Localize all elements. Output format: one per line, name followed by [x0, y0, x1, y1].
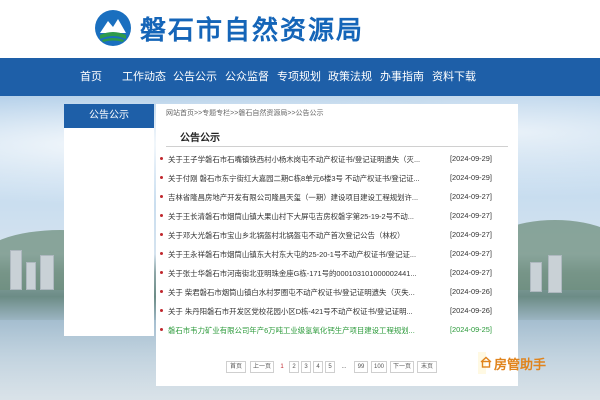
- bullet-icon: [160, 176, 163, 179]
- page-last[interactable]: 末页: [417, 361, 437, 373]
- page-ellipsis: ...: [337, 361, 351, 373]
- bullet-icon: [160, 195, 163, 198]
- list-item-title[interactable]: 关于邓大光磐石市宝山乡北锅盔村北锅盔屯不动产首次登记公告（林权）: [168, 230, 436, 241]
- bullet-icon: [160, 252, 163, 255]
- nav-item-special-planning[interactable]: 专项规划: [277, 58, 321, 96]
- nav-item-home[interactable]: 首页: [80, 58, 102, 96]
- list-item[interactable]: 关于付刚 磐石市东宁街红大嘉园二期C栋8单元6楼3号 不动产权证书/登记证...…: [156, 169, 518, 188]
- nav-item-service-guide[interactable]: 办事指南: [380, 58, 424, 96]
- sidebar-heading[interactable]: 公告公示: [64, 104, 154, 128]
- list-item-title[interactable]: 关于 柴君磐石市烟筒山镇白水村罗圈屯不动产权证书/登记证明遗失（灭失...: [168, 287, 436, 298]
- list-item[interactable]: 关于张士华磐石市河南街北亚明珠金座G栋-171号的000103101000002…: [156, 264, 518, 283]
- bullet-icon: [160, 214, 163, 217]
- page-title: 公告公示: [180, 133, 220, 144]
- background-building: [548, 255, 562, 293]
- page-number-current[interactable]: 1: [277, 361, 287, 373]
- list-item-date: [2024-09-25]: [450, 325, 492, 334]
- list-item[interactable]: 吉林省隆昌房地产开发有限公司隆昌天玺（一期）建设项目建设工程规划许... [20…: [156, 188, 518, 207]
- watermark-badge: 房管助手: [478, 352, 546, 374]
- list-item-title[interactable]: 关于王子学磐石市石嘴镇铁西村小杨木岗屯不动产权证书/登记证明遗失（灭...: [168, 154, 436, 165]
- list-item-date: [2024-09-27]: [450, 268, 492, 277]
- page-number[interactable]: 99: [354, 361, 368, 373]
- background-building: [530, 262, 542, 292]
- list-item-title[interactable]: 磐石市韦力矿业有限公司年产6万吨工业级氢氧化钙生产项目建设工程规划...: [168, 325, 436, 336]
- background-building: [26, 262, 36, 290]
- page-prev[interactable]: 上一页: [250, 361, 274, 373]
- list-item-date: [2024-09-27]: [450, 230, 492, 239]
- site-header: 磐石市自然资源局: [0, 0, 600, 58]
- page-first[interactable]: 首页: [226, 361, 246, 373]
- page-next[interactable]: 下一页: [390, 361, 414, 373]
- bullet-icon: [160, 233, 163, 236]
- bullet-icon: [160, 290, 163, 293]
- nav-item-public-supervision[interactable]: 公众监督: [225, 58, 269, 96]
- background-building: [10, 250, 22, 290]
- list-item-date: [2024-09-26]: [450, 306, 492, 315]
- page-number[interactable]: 100: [371, 361, 387, 373]
- list-item-date: [2024-09-29]: [450, 154, 492, 163]
- nav-item-announcements[interactable]: 公告公示: [173, 58, 217, 96]
- bullet-icon: [160, 157, 163, 160]
- list-item[interactable]: 关于王长清磐石市烟筒山镇大果山村下大屏屯吉房权磐字第25-19-2号不动... …: [156, 207, 518, 226]
- page-number[interactable]: 3: [301, 361, 311, 373]
- content-panel: 网站首页>>专题专栏>>磐石自然资源局>>公告公示 公告公示 关于王子学磐石市石…: [156, 104, 518, 386]
- list-item-date: [2024-09-26]: [450, 287, 492, 296]
- house-logo-icon: [480, 356, 492, 368]
- list-item-date: [2024-09-27]: [450, 211, 492, 220]
- list-item-title[interactable]: 吉林省隆昌房地产开发有限公司隆昌天玺（一期）建设项目建设工程规划许...: [168, 192, 436, 203]
- list-item-date: [2024-09-27]: [450, 249, 492, 258]
- list-item-date: [2024-09-27]: [450, 192, 492, 201]
- breadcrumb[interactable]: 网站首页>>专题专栏>>磐石自然资源局>>公告公示: [166, 108, 324, 118]
- bullet-icon: [160, 271, 163, 274]
- list-item-title[interactable]: 关于王长清磐石市烟筒山镇大果山村下大屏屯吉房权磐字第25-19-2号不动...: [168, 211, 436, 222]
- list-item-title[interactable]: 关于 朱丹阳磐石市开发区党校花园小区D栋-421号不动产权证书/登记证明...: [168, 306, 436, 317]
- list-item-date: [2024-09-29]: [450, 173, 492, 182]
- nav-item-downloads[interactable]: 资料下载: [432, 58, 476, 96]
- list-item[interactable]: 关于 朱丹阳磐石市开发区党校花园小区D栋-421号不动产权证书/登记证明... …: [156, 302, 518, 321]
- page-number[interactable]: 2: [289, 361, 299, 373]
- watermark-text: 房管助手: [494, 357, 547, 372]
- page-number[interactable]: 5: [325, 361, 335, 373]
- list-item[interactable]: 关于 柴君磐石市烟筒山镇白水村罗圈屯不动产权证书/登记证明遗失（灭失... [2…: [156, 283, 518, 302]
- list-item[interactable]: 关于邓大光磐石市宝山乡北锅盔村北锅盔屯不动产首次登记公告（林权） [2024-0…: [156, 226, 518, 245]
- bullet-icon: [160, 328, 163, 331]
- list-item[interactable]: 关于王永祥磐石市烟筒山镇东大村东大屯的25-20-1号不动产权证书/登记证...…: [156, 245, 518, 264]
- bureau-logo-icon[interactable]: [94, 9, 132, 47]
- site-title[interactable]: 磐石市自然资源局: [140, 10, 364, 47]
- list-item[interactable]: 磐石市韦力矿业有限公司年产6万吨工业级氢氧化钙生产项目建设工程规划... [20…: [156, 321, 518, 340]
- list-item-title[interactable]: 关于付刚 磐石市东宁街红大嘉园二期C栋8单元6楼3号 不动产权证书/登记证...: [168, 173, 436, 184]
- title-divider: [166, 146, 508, 147]
- list-item-title[interactable]: 关于王永祥磐石市烟筒山镇东大村东大屯的25-20-1号不动产权证书/登记证...: [168, 249, 436, 260]
- sidebar: 公告公示: [64, 104, 154, 336]
- background-building: [40, 255, 54, 290]
- bullet-icon: [160, 309, 163, 312]
- main-nav: 首页 工作动态 公告公示 公众监督 专项规划 政策法规 办事指南 资料下载: [0, 58, 600, 96]
- page-number[interactable]: 4: [313, 361, 323, 373]
- nav-item-policies[interactable]: 政策法规: [328, 58, 372, 96]
- list-item[interactable]: 关于王子学磐石市石嘴镇铁西村小杨木岗屯不动产权证书/登记证明遗失（灭... [2…: [156, 150, 518, 169]
- list-item-title[interactable]: 关于张士华磐石市河南街北亚明珠金座G栋-171号的000103101000002…: [168, 268, 436, 279]
- nav-item-work-news[interactable]: 工作动态: [122, 58, 166, 96]
